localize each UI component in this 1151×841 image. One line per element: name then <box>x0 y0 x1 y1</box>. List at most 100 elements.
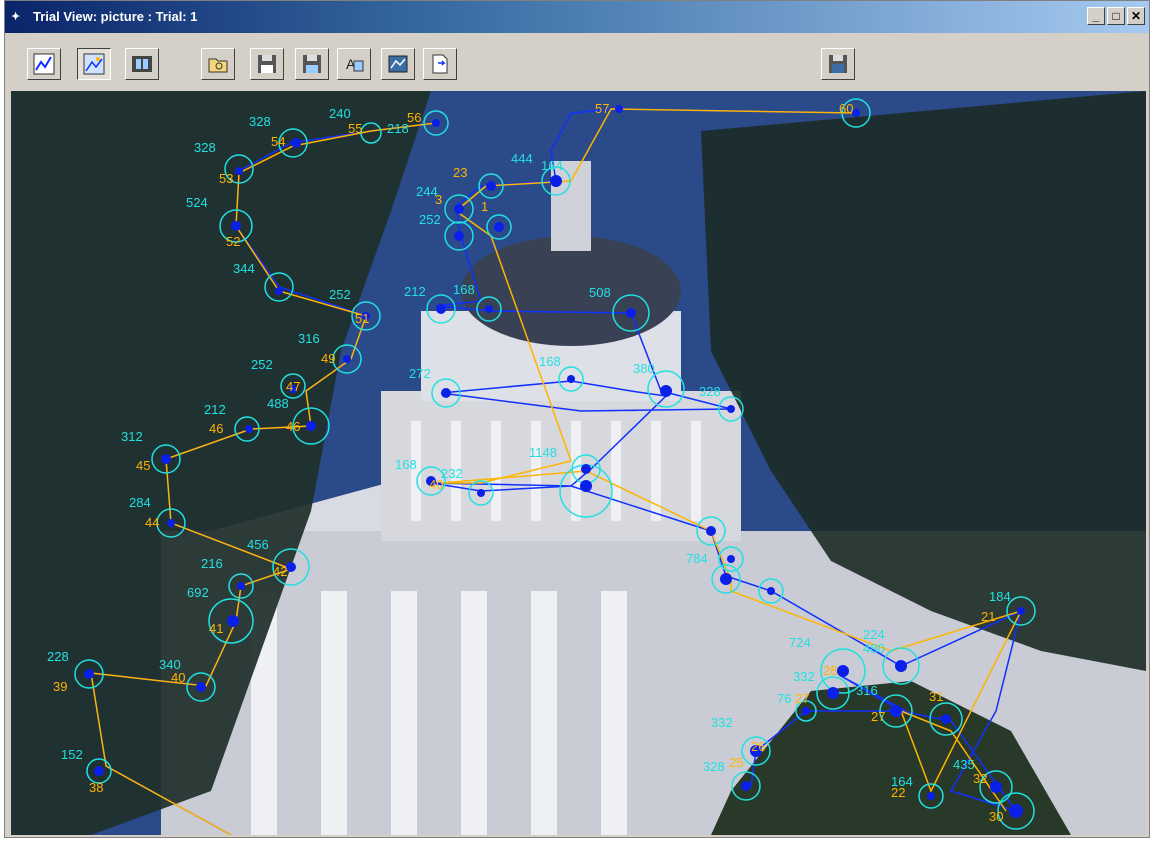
duration-label: 168 <box>395 457 417 472</box>
duration-label: 456 <box>247 537 269 552</box>
fixation-index-label: 42 <box>273 564 287 579</box>
fixation-index-label: 49 <box>321 351 335 366</box>
duration-label: 252 <box>329 287 351 302</box>
open-folder-button[interactable] <box>201 48 235 80</box>
duration-label: 284 <box>129 495 151 510</box>
maximize-button[interactable]: □ <box>1107 7 1125 25</box>
picture-export-button[interactable] <box>381 48 415 80</box>
duration-label: 480 <box>863 641 885 656</box>
duration-label: 328 <box>249 114 271 129</box>
duration-label: 435 <box>953 757 975 772</box>
fixation-index-label: 32 <box>973 771 987 786</box>
duration-label: 164 <box>541 158 563 173</box>
save-as-button[interactable] <box>295 48 329 80</box>
fixation-index-label: 31 <box>929 689 943 704</box>
duration-label: 212 <box>404 284 426 299</box>
fixation-index-label: 39 <box>53 679 67 694</box>
duration-label: 380 <box>633 361 655 376</box>
stimulus-image-canvas[interactable]: 328 240 218 328 524 344 252 316 252 488 … <box>11 91 1146 835</box>
fixation-index-label: 47 <box>286 379 300 394</box>
line-graph-icon <box>33 53 55 75</box>
close-button[interactable]: ✕ <box>1127 7 1145 25</box>
duration-label: 316 <box>298 331 320 346</box>
fixation-index-label: 22 <box>891 785 905 800</box>
duration-label: 232 <box>441 466 463 481</box>
duration-label: 312 <box>121 429 143 444</box>
duration-label: 168 <box>453 282 475 297</box>
duration-label: 252 <box>419 212 441 227</box>
duration-label: 212 <box>204 402 226 417</box>
picture-export-icon <box>388 55 408 73</box>
fixation-index-label: 40 <box>171 670 185 685</box>
text-font-icon: A <box>346 56 364 72</box>
fixation-index-label: 45 <box>136 458 150 473</box>
duration-label: 332 <box>711 715 733 730</box>
film-strip-button[interactable] <box>125 48 159 80</box>
fixation-index-label: 25 <box>729 755 743 770</box>
save-image-button[interactable] <box>821 48 855 80</box>
minimize-button[interactable]: _ <box>1087 7 1105 25</box>
open-folder-icon <box>208 58 228 73</box>
duration-label: 332 <box>793 669 815 684</box>
duration-label: 328 <box>699 384 721 399</box>
duration-label: 344 <box>233 261 255 276</box>
image-view-icon <box>83 53 105 75</box>
fixation-index-label: 23 <box>453 165 467 180</box>
save-button[interactable] <box>250 48 284 80</box>
fixation-index-label: 46 <box>286 419 300 434</box>
duration-label: 228 <box>47 649 69 664</box>
duration-label: 488 <box>267 396 289 411</box>
eye-trace-icon: ✦ <box>11 11 21 23</box>
duration-label: 444 <box>511 151 533 166</box>
duration-label: 152 <box>61 747 83 762</box>
duration-label: 524 <box>186 195 208 210</box>
duration-label: 184 <box>989 589 1011 604</box>
capitol-photo <box>11 91 1146 835</box>
fixation-index-label: 27 <box>795 691 809 706</box>
fixation-index-label: 52 <box>226 234 240 249</box>
save-disk-2-icon <box>303 55 321 73</box>
fixation-index-label: 54 <box>271 134 285 149</box>
duration-label: 1148 <box>529 445 557 460</box>
duration-label: 328 <box>194 140 216 155</box>
fixation-index-label: 40 <box>429 477 443 492</box>
window-title: Trial View: picture : Trial: 1 <box>33 9 198 24</box>
window-controls: _ □ ✕ <box>1087 7 1145 25</box>
fixation-index-label: 60 <box>839 101 853 116</box>
fixation-index-label: 51 <box>355 311 369 326</box>
fixation-index-label: 57 <box>595 101 609 116</box>
duration-label: 216 <box>201 556 223 571</box>
image-view-button[interactable] <box>77 48 111 80</box>
duration-label: 218 <box>387 121 409 136</box>
scanpath-overlay: 328 240 218 328 524 344 252 316 252 488 … <box>11 91 1146 835</box>
duration-label: 784 <box>686 551 708 566</box>
duration-label: 724 <box>789 635 811 650</box>
save-disk-icon <box>258 55 276 73</box>
line-graph-button[interactable] <box>27 48 61 80</box>
fixation-index-label: 3 <box>435 192 442 207</box>
duration-label: 272 <box>409 366 431 381</box>
duration-label: 252 <box>251 357 273 372</box>
duration-label: 692 <box>187 585 209 600</box>
duration-label: 240 <box>329 106 351 121</box>
fixation-index-label: 30 <box>989 809 1003 824</box>
duration-label: 76 <box>777 691 791 706</box>
fixation-index-label: 1 <box>481 199 488 214</box>
fixation-index-label: 46 <box>209 421 223 436</box>
fixation-index-label: 55 <box>348 121 362 136</box>
title-bar[interactable]: ✦ Trial View: picture : Trial: 1 _ □ ✕ <box>5 1 1149 33</box>
fixation-index-label: 27 <box>871 709 885 724</box>
duration-label: 316 <box>856 683 878 698</box>
duration-label: 328 <box>703 759 725 774</box>
duration-label: 168 <box>539 354 561 369</box>
fixation-index-label: 28 <box>823 663 837 678</box>
document-export-button[interactable] <box>423 48 457 80</box>
document-export-icon <box>432 54 448 74</box>
duration-label: 224 <box>863 627 885 642</box>
film-strip-icon <box>132 56 152 72</box>
fixation-index-label: 38 <box>89 780 103 795</box>
fixation-index-label: 41 <box>209 621 223 636</box>
fixation-index-label: 56 <box>407 110 421 125</box>
text-button[interactable]: A <box>337 48 371 80</box>
trial-view-window: ✦ Trial View: picture : Trial: 1 _ □ ✕ A <box>4 0 1150 838</box>
